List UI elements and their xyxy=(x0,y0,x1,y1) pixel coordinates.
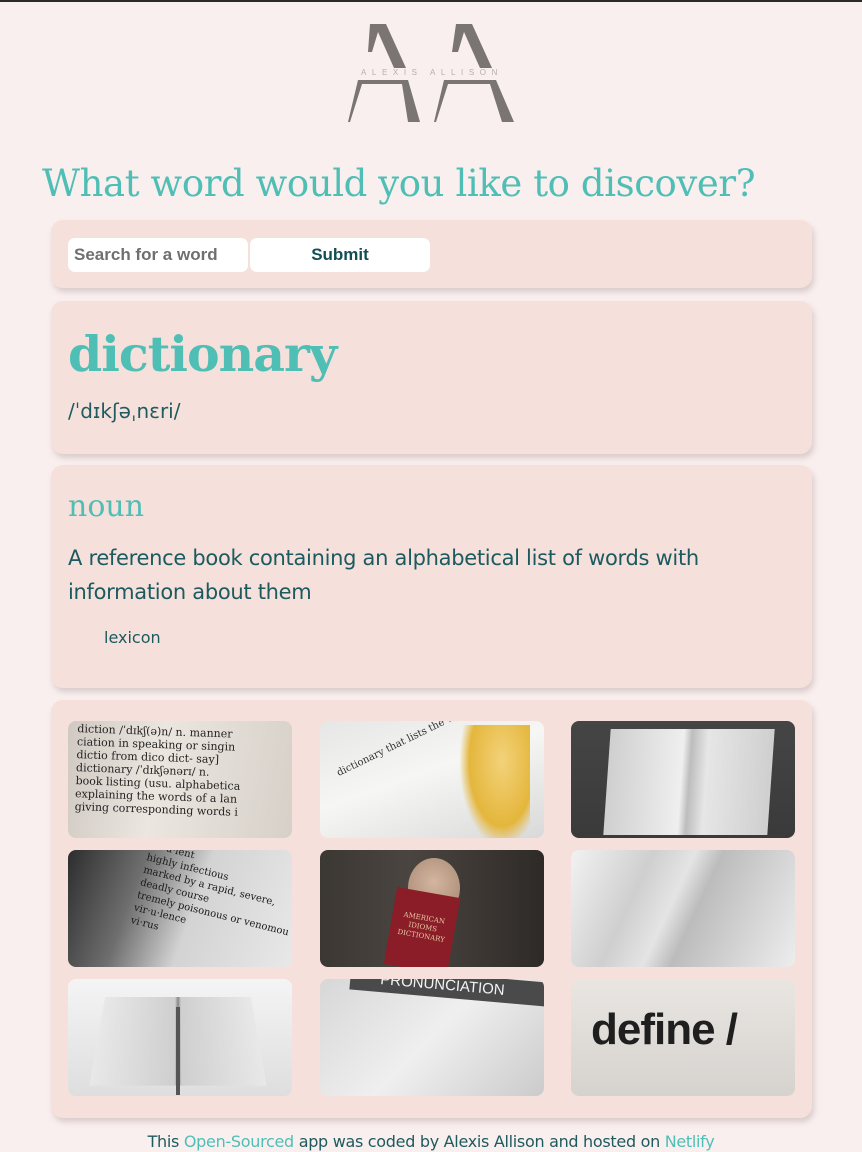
photo-text: diction /ˈdɪkʃ(ə)n/ n. manner ciation in… xyxy=(74,722,241,819)
footer: This Open-Sourced app was coded by Alexi… xyxy=(0,1132,862,1151)
meaning-card: noun A reference book containing an alph… xyxy=(51,465,812,688)
photo-flipping-pages[interactable] xyxy=(571,721,795,838)
photo-text: dictionary that lists the words xyxy=(334,721,477,779)
photo-gallery: diction /ˈdɪkʃ(ə)n/ n. manner ciation in… xyxy=(51,700,812,1118)
photo-open-pages[interactable] xyxy=(571,850,795,967)
photo-tassel[interactable]: dictionary that lists the words xyxy=(319,721,544,838)
phonetic: /ˈdɪkʃəˌnɛri/ xyxy=(68,399,181,423)
definition: A reference book containing an alphabeti… xyxy=(68,546,699,604)
photo-text: vir·u·lent highly infectious marked by a… xyxy=(129,850,290,939)
pronunciation-banner: PRONUNCIATION xyxy=(348,979,544,1009)
logo-name: ALEXIS ALLISON xyxy=(348,68,516,78)
page-title: What word would you like to discover? xyxy=(42,162,756,205)
photo-define[interactable]: define / xyxy=(571,979,795,1096)
search-card: Submit xyxy=(51,220,812,288)
submit-button[interactable]: Submit xyxy=(250,238,430,272)
netlify-link[interactable]: Netlify xyxy=(665,1132,715,1151)
footer-prefix: This xyxy=(147,1132,184,1151)
footer-middle: app was coded by Alexis Allison and host… xyxy=(293,1132,665,1151)
photo-pronunciation[interactable]: PRONUNCIATION xyxy=(319,979,544,1096)
part-of-speech: noun xyxy=(68,489,145,524)
book-title: AMERICAN IDIOMS DICTIONARY xyxy=(396,910,446,945)
photo-book-with-pen[interactable] xyxy=(68,979,292,1096)
word-card: dictionary /ˈdɪkʃəˌnɛri/ xyxy=(51,301,812,454)
red-book-shape: AMERICAN IDIOMS DICTIONARY xyxy=(383,887,460,967)
photo-virulent-entry[interactable]: vir·u·lent highly infectious marked by a… xyxy=(68,850,292,967)
synonym: lexicon xyxy=(104,628,161,647)
logo: ALEXIS ALLISON xyxy=(348,22,516,126)
tassel-shape xyxy=(459,725,530,838)
search-input[interactable] xyxy=(68,238,248,272)
open-source-link[interactable]: Open-Sourced xyxy=(184,1132,294,1151)
photo-text: define / xyxy=(591,1005,738,1054)
book-shape xyxy=(603,729,775,835)
pen-shape xyxy=(176,1007,180,1095)
photo-man-with-dictionary[interactable]: AMERICAN IDIOMS DICTIONARY xyxy=(319,850,544,967)
photo-dictionary-entry[interactable]: diction /ˈdɪkʃ(ə)n/ n. manner ciation in… xyxy=(68,721,292,838)
word-title: dictionary xyxy=(68,325,337,383)
